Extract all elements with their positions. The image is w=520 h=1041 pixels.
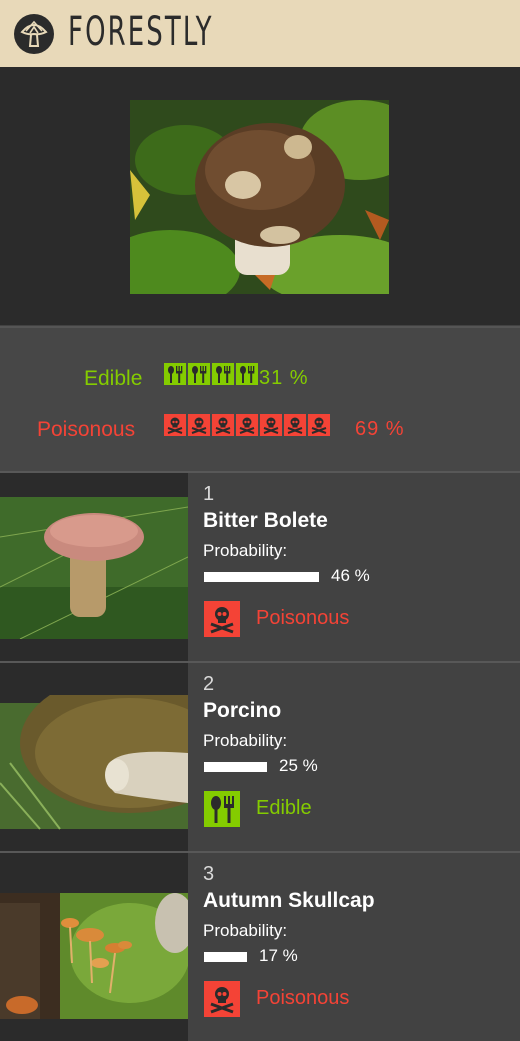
result-rank: 2 <box>203 673 215 695</box>
result-name: Autumn Skullcap <box>203 889 375 912</box>
fork-spoon-icon <box>212 363 234 385</box>
probability-bar <box>204 572 319 582</box>
result-rank: 1 <box>203 483 215 505</box>
result-card[interactable]: 3 Autumn Skullcap Probability: 17 % Pois… <box>0 851 520 1041</box>
skull-crossbones-icon <box>204 601 240 637</box>
edible-summary-percent: 31 % <box>259 367 309 389</box>
skull-crossbones-icon <box>164 414 186 436</box>
uploaded-mushroom-photo[interactable] <box>130 100 389 294</box>
result-photo-bitter-bolete <box>0 497 188 639</box>
app-title: FORESTLY <box>68 9 214 55</box>
skull-crossbones-icon <box>260 414 282 436</box>
skull-crossbones-icon <box>212 414 234 436</box>
result-classification: Poisonous <box>256 987 350 1009</box>
skull-crossbones-icon <box>204 981 240 1017</box>
probability-label: Probability: <box>203 921 288 940</box>
result-photo-autumn-skullcap <box>0 893 188 1019</box>
probability-label: Probability: <box>203 541 288 560</box>
edible-icon-row <box>164 363 258 385</box>
result-card[interactable]: 2 Porcino Probability: 25 % Edible <box>0 661 520 851</box>
probability-percent: 46 % <box>331 566 370 585</box>
probability-percent: 25 % <box>279 756 318 775</box>
poisonous-summary-percent: 69 % <box>355 418 405 440</box>
result-name: Porcino <box>203 699 282 722</box>
fork-spoon-icon <box>188 363 210 385</box>
result-rank: 3 <box>203 863 215 885</box>
skull-crossbones-icon <box>308 414 330 436</box>
app-header: FORESTLY <box>0 0 520 67</box>
probability-percent: 17 % <box>259 946 298 965</box>
probability-bar <box>204 762 267 772</box>
skull-crossbones-icon <box>188 414 210 436</box>
result-classification: Poisonous <box>256 607 350 629</box>
fork-spoon-icon <box>164 363 186 385</box>
result-card[interactable]: 1 Bitter Bolete Probability: 46 % Poison… <box>0 471 520 661</box>
photo-panel <box>0 67 520 325</box>
skull-crossbones-icon <box>284 414 306 436</box>
probability-bar <box>204 952 247 962</box>
classification-summary: Edible 31 % Poisonous 69 % <box>0 326 520 473</box>
result-classification: Edible <box>256 797 312 819</box>
probability-label: Probability: <box>203 731 288 750</box>
fork-spoon-icon <box>204 791 240 827</box>
poisonous-summary-label: Poisonous <box>37 418 136 441</box>
fork-spoon-icon <box>236 363 258 385</box>
edible-summary-label: Edible <box>84 367 143 390</box>
poisonous-icon-row <box>164 414 330 436</box>
mushroom-logo-icon <box>14 14 54 54</box>
result-photo-porcino <box>0 695 188 830</box>
skull-crossbones-icon <box>236 414 258 436</box>
result-name: Bitter Bolete <box>203 509 328 532</box>
